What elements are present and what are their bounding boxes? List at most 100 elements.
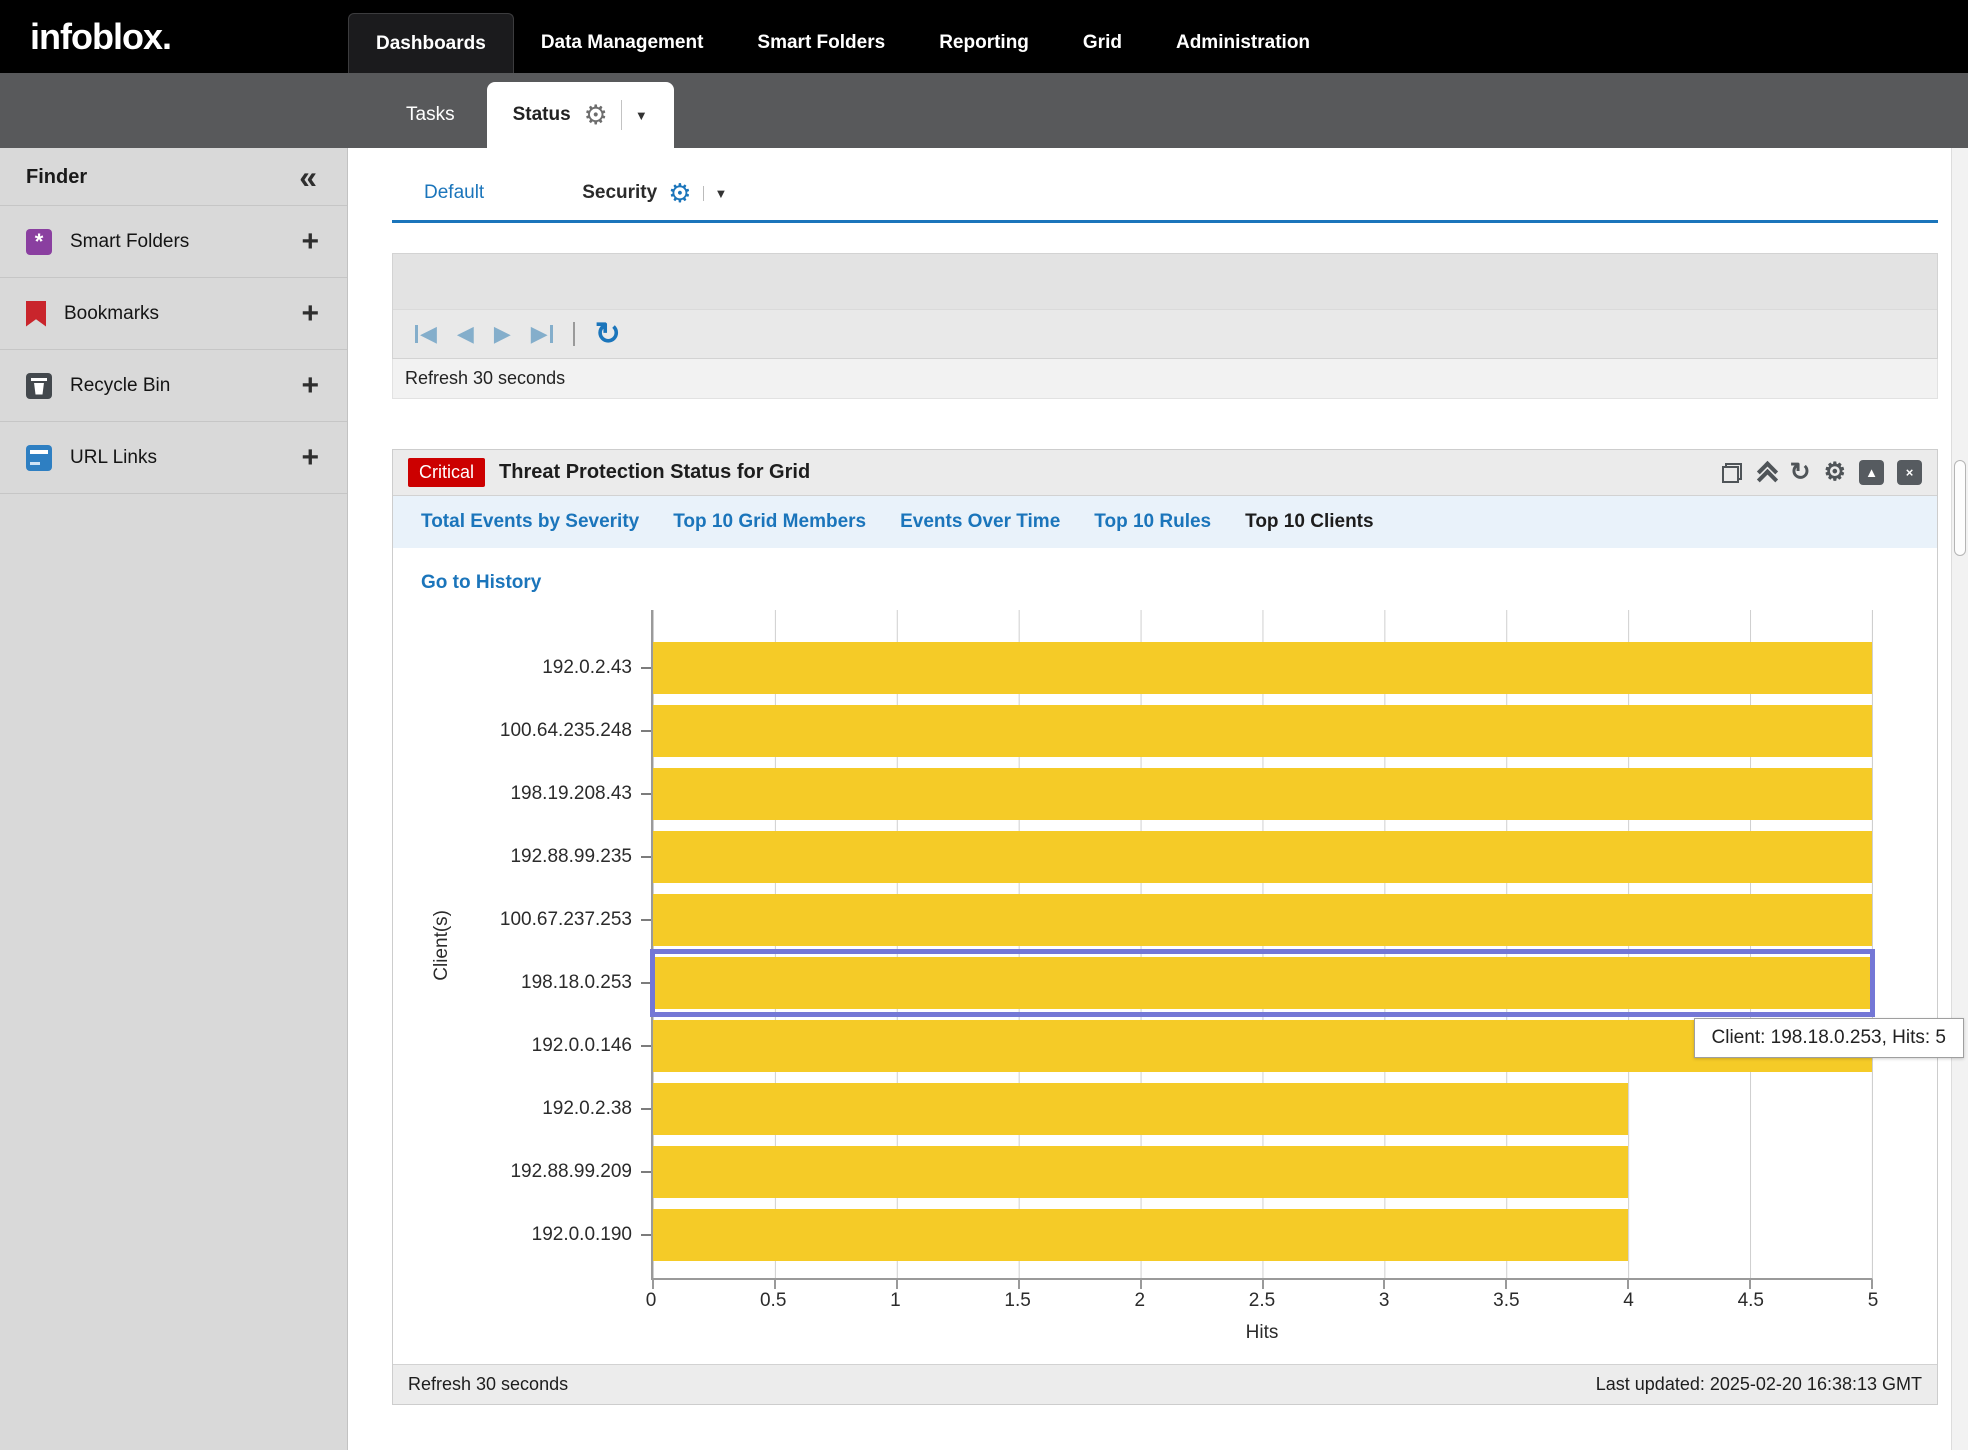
- sidebar-item-label: URL Links: [70, 447, 283, 469]
- widget-tab-total-events-by-severity[interactable]: Total Events by Severity: [421, 511, 639, 533]
- bar-100-67-237-253[interactable]: [653, 894, 1872, 946]
- widget-title: Threat Protection Status for Grid: [499, 461, 810, 484]
- top-nav-items: DashboardsData ManagementSmart FoldersRe…: [348, 0, 1337, 73]
- sidebar-item-smart-folders[interactable]: * Smart Folders +: [0, 205, 347, 277]
- body-row: Finder « *Smart Folders+Bookmarks+Recycl…: [0, 148, 1968, 1450]
- bar-192-88-99-209[interactable]: [653, 1146, 1628, 1198]
- view-tab-default[interactable]: Default: [420, 172, 488, 220]
- view-tab-gear-icon[interactable]: ⚙: [668, 180, 691, 206]
- threat-protection-widget: Critical Threat Protection Status for Gr…: [392, 449, 1938, 1405]
- top-nav-item-data-management[interactable]: Data Management: [514, 13, 731, 73]
- x-tick-label: 0.5: [760, 1290, 786, 1312]
- y-label-100-64-235-248: 100.64.235.248: [463, 699, 651, 762]
- collapse-sidebar-icon[interactable]: «: [299, 166, 317, 188]
- status-gear-icon[interactable]: ⚙: [584, 102, 608, 129]
- sidebar-item-bookmarks[interactable]: Bookmarks+: [0, 277, 347, 349]
- finder-sidebar: Finder « *Smart Folders+Bookmarks+Recycl…: [0, 148, 348, 1450]
- chart-bar-row-192-0-0-190: [653, 1203, 1872, 1266]
- infoblox-logo: infoblox.: [0, 0, 348, 73]
- bar-192-0-0-190[interactable]: [653, 1209, 1628, 1261]
- add-recycle-bin-button[interactable]: +: [301, 369, 319, 403]
- view-tab-label: Default: [424, 182, 484, 204]
- next-page-icon[interactable]: ▶: [494, 323, 511, 345]
- widget-settings-gear-icon[interactable]: ⚙: [1824, 460, 1846, 485]
- bar-chart: Client(s) 192.0.2.43100.64.235.248198.19…: [421, 610, 1909, 1364]
- infoblox-dashboard-screen: infoblox. DashboardsData ManagementSmart…: [0, 0, 1968, 1450]
- tab-tasks[interactable]: Tasks: [380, 82, 481, 148]
- chart-bar-row-100-64-235-248: [653, 699, 1872, 762]
- chart-bar-row-192-88-99-209: [653, 1140, 1872, 1203]
- scrollbar-thumb[interactable]: [1954, 460, 1966, 556]
- sidebar-item-url-links[interactable]: URL Links +: [0, 421, 347, 493]
- x-axis-title: Hits: [651, 1314, 1873, 1364]
- go-to-history-link[interactable]: Go to History: [421, 572, 541, 594]
- bar-198-18-0-253[interactable]: [653, 957, 1872, 1009]
- finder-header: Finder «: [0, 148, 347, 205]
- refresh-icon[interactable]: ↻: [595, 318, 621, 349]
- toolbar-spacer: [393, 254, 1937, 310]
- add-bookmarks-button[interactable]: +: [301, 297, 319, 331]
- last-page-arrow: ▶: [531, 323, 548, 345]
- bar-100-64-235-248[interactable]: [653, 705, 1872, 757]
- widget-header: Critical Threat Protection Status for Gr…: [393, 450, 1937, 496]
- bar-192-0-2-43[interactable]: [653, 642, 1872, 694]
- tab-status[interactable]: Status ⚙ ▼: [487, 82, 674, 148]
- y-label-192-0-0-146: 192.0.0.146: [463, 1014, 651, 1077]
- widget-footer-refresh: Refresh 30 seconds: [408, 1374, 568, 1395]
- refresh-interval-note: Refresh 30 seconds: [392, 359, 1938, 399]
- sidebar-item-label: Recycle Bin: [70, 375, 283, 397]
- add-smart-folders-button[interactable]: +: [301, 225, 319, 259]
- divider: [621, 100, 622, 130]
- bars-container: [653, 636, 1872, 1266]
- sidebar-item-label: Smart Folders: [70, 231, 283, 253]
- restore-widget-icon[interactable]: [1722, 463, 1742, 483]
- bar-198-19-208-43[interactable]: [653, 768, 1872, 820]
- y-axis-title-column: Client(s): [421, 610, 463, 1280]
- widget-tab-events-over-time[interactable]: Events Over Time: [900, 511, 1060, 533]
- widget-footer-updated: Last updated: 2025-02-20 16:38:13 GMT: [1596, 1374, 1922, 1395]
- view-tab-chevron-down-icon[interactable]: ▼: [703, 186, 728, 201]
- vertical-scrollbar: [1951, 148, 1968, 1450]
- bar-192-0-2-38[interactable]: [653, 1083, 1628, 1135]
- y-label-192-88-99-235: 192.88.99.235: [463, 825, 651, 888]
- minimize-widget-icon[interactable]: ▲: [1859, 460, 1884, 485]
- bar-192-88-99-235[interactable]: [653, 831, 1872, 883]
- widget-footer: Refresh 30 seconds Last updated: 2025-02…: [393, 1364, 1937, 1404]
- chart-bar-row-192-88-99-235: [653, 825, 1872, 888]
- chart-tooltip: Client: 198.18.0.253, Hits: 5: [1694, 1018, 1964, 1058]
- top-nav-item-administration[interactable]: Administration: [1149, 13, 1337, 73]
- widget-tab-top-10-rules[interactable]: Top 10 Rules: [1094, 511, 1211, 533]
- last-page-icon[interactable]: ▶: [531, 323, 553, 345]
- previous-page-arrow: ◀: [457, 323, 474, 345]
- sidebar-item-recycle-bin[interactable]: Recycle Bin +: [0, 349, 347, 421]
- first-page-icon[interactable]: ◀: [415, 323, 437, 345]
- top-nav-item-dashboards[interactable]: Dashboards: [348, 13, 514, 73]
- y-label-198-18-0-253: 198.18.0.253: [463, 951, 651, 1014]
- add-url-links-button[interactable]: +: [301, 441, 319, 475]
- close-widget-icon[interactable]: ×: [1897, 460, 1922, 485]
- bar-192-0-0-146[interactable]: [653, 1020, 1872, 1072]
- x-tick-label: 1.5: [1004, 1290, 1030, 1312]
- widget-refresh-icon[interactable]: ↻: [1790, 460, 1811, 485]
- previous-page-icon[interactable]: ◀: [457, 323, 474, 345]
- smart-folders-icon: *: [26, 229, 52, 255]
- collapse-all-icon[interactable]: [1755, 462, 1777, 484]
- y-label-192-0-0-190: 192.0.0.190: [463, 1203, 651, 1266]
- widget-tab-top-10-grid-members[interactable]: Top 10 Grid Members: [673, 511, 866, 533]
- top-nav-item-grid[interactable]: Grid: [1056, 13, 1149, 73]
- widget-tab-top-10-clients[interactable]: Top 10 Clients: [1245, 511, 1373, 533]
- status-chevron-down-icon[interactable]: ▼: [635, 108, 648, 123]
- x-tick-label: 4.5: [1738, 1290, 1764, 1312]
- plot-row: Client(s) 192.0.2.43100.64.235.248198.19…: [421, 610, 1909, 1280]
- view-tab-security[interactable]: Security⚙▼: [578, 172, 731, 220]
- widget-tabs: Total Events by Severity Top 10 Grid Memb…: [393, 496, 1937, 548]
- x-tick-label: 1: [890, 1290, 901, 1312]
- critical-status-badge: Critical: [408, 458, 485, 487]
- sidebar-items: *Smart Folders+Bookmarks+Recycle Bin+URL…: [0, 205, 347, 494]
- top-nav-item-smart-folders[interactable]: Smart Folders: [730, 13, 912, 73]
- y-axis-title: Client(s): [431, 910, 453, 981]
- y-label-198-19-208-43: 198.19.208.43: [463, 762, 651, 825]
- top-nav-item-reporting[interactable]: Reporting: [912, 13, 1056, 73]
- chart-bar-row-192-0-2-43: [653, 636, 1872, 699]
- x-tick-label: 3: [1379, 1290, 1390, 1312]
